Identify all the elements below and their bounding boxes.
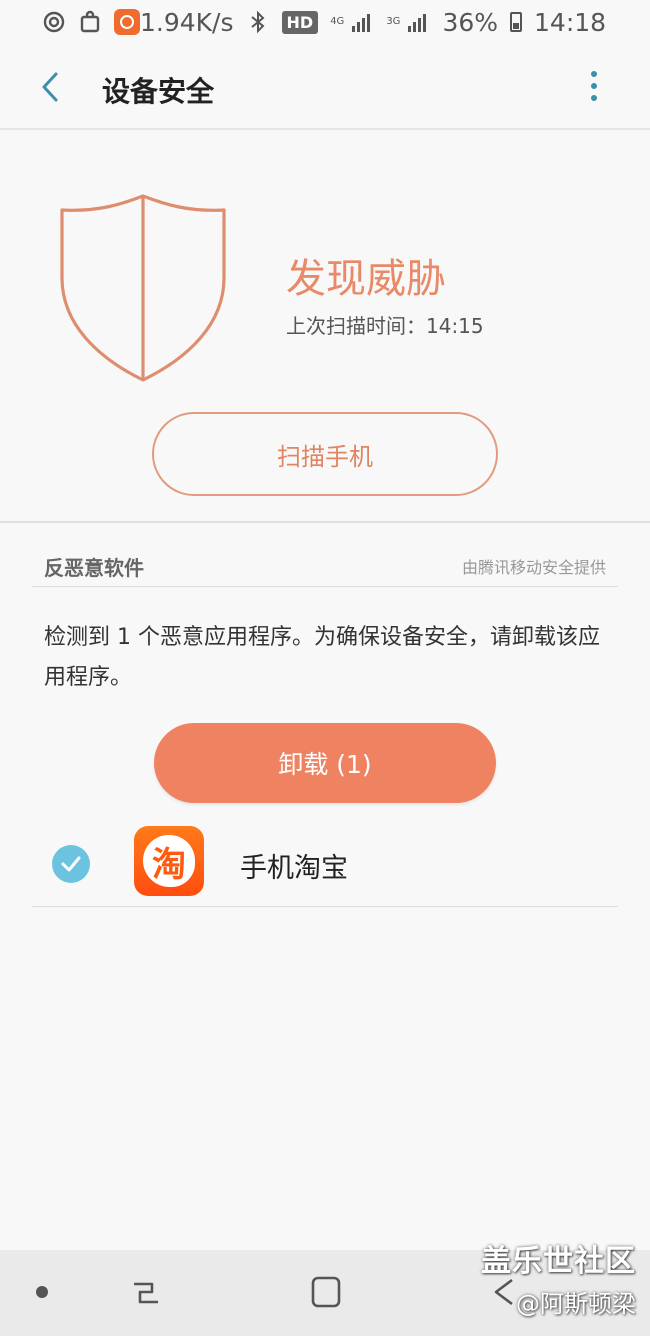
divider [32, 906, 122, 907]
divider [32, 586, 618, 587]
battery-percent: 36% [442, 7, 499, 37]
network-4g-label: 4G [330, 16, 345, 27]
threat-status-title: 发现威胁 [286, 256, 446, 302]
recent-apps-icon [134, 1282, 158, 1304]
chevron-left-icon [42, 72, 58, 102]
watermark-line1: 盖乐世社区 [481, 1244, 636, 1279]
nav-dot-icon [36, 1286, 48, 1298]
network-3g-label: 3G [386, 16, 401, 27]
app-header: 设备安全 [0, 44, 650, 130]
bluetooth-icon [246, 10, 270, 34]
watermark-line2: @阿斯顿梁 [516, 1290, 636, 1318]
section-title: 反恶意软件 [44, 556, 144, 580]
home-button[interactable] [308, 1274, 344, 1310]
checkbox-checked-icon[interactable] [52, 845, 90, 883]
signal-icon [350, 10, 374, 34]
uninstall-button[interactable]: 卸载 (1) [154, 723, 496, 803]
home-icon [311, 1276, 341, 1308]
divider [122, 906, 618, 907]
app-notification-icon [114, 9, 140, 35]
scan-phone-button[interactable]: 扫描手机 [152, 412, 498, 496]
app-icon-glyph: 淘 [143, 835, 195, 887]
last-scan-time: 上次扫描时间：14:15 [286, 314, 484, 338]
watermark: 盖乐世社区 @阿斯顿梁 [481, 1236, 636, 1319]
status-left [42, 9, 140, 35]
malware-description: 检测到 1 个恶意应用程序。为确保设备安全，请卸载该应用程序。 [44, 625, 600, 690]
signal-icon [406, 10, 430, 34]
recent-apps-button[interactable] [128, 1276, 162, 1310]
taobao-app-icon: 淘 [134, 826, 204, 896]
provider-label: 由腾讯移动安全提供 [461, 558, 606, 577]
app-name: 手机淘宝 [240, 853, 348, 884]
page-title: 设备安全 [102, 75, 215, 108]
hd-badge: HD [281, 10, 319, 34]
status-right: 1.94K/s HD 4G 3G 36% 14:18 [140, 8, 606, 37]
status-bar: 1.94K/s HD 4G 3G 36% 14:18 [0, 0, 650, 44]
more-options-button[interactable] [580, 68, 608, 104]
more-vertical-icon [591, 71, 597, 101]
list-item[interactable]: 淘 手机淘宝 [32, 826, 618, 908]
clock: 14:18 [534, 7, 607, 37]
back-button[interactable] [36, 70, 66, 104]
battery-icon [510, 12, 523, 32]
shield-icon [60, 194, 226, 382]
shopping-bag-icon [78, 10, 102, 34]
divider [0, 521, 650, 523]
network-speed: 1.94K/s [140, 7, 234, 37]
sync-icon [42, 10, 66, 34]
